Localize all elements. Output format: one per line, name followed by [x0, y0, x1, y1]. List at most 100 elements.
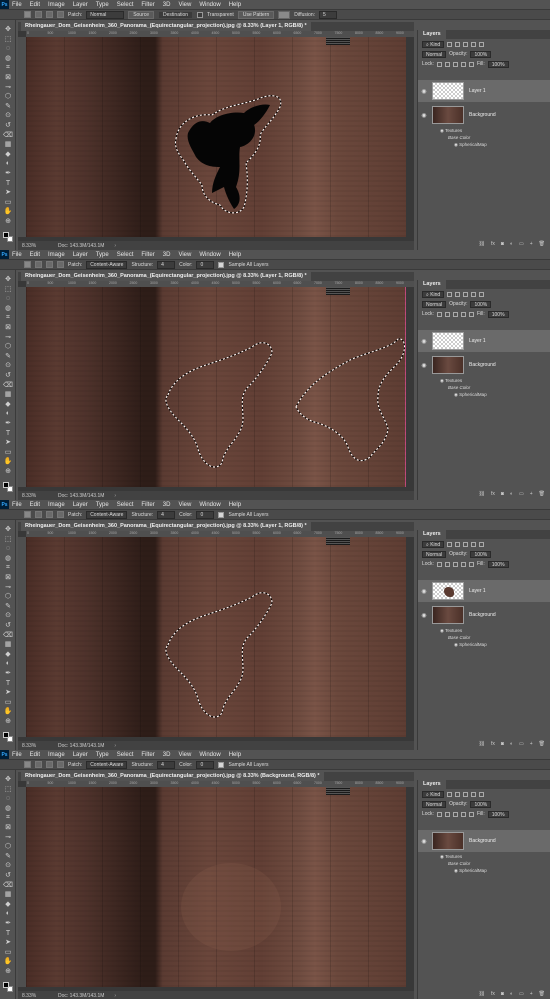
menu-filter[interactable]: Filter — [141, 502, 154, 508]
blend-mode-select[interactable]: Normal — [422, 550, 447, 558]
blur-icon[interactable]: ◆ — [3, 650, 13, 659]
zoom-icon[interactable]: ⊕ — [3, 467, 13, 476]
eraser-icon[interactable]: ⌫ — [3, 881, 13, 890]
visibility-eye-icon[interactable]: ◉ — [418, 362, 430, 369]
new-layer-icon[interactable]: + — [530, 241, 533, 247]
foreground-color-swatch[interactable] — [3, 732, 9, 738]
group-icon[interactable]: ▭ — [519, 241, 524, 247]
kind-filter-select[interactable]: ⌕ Kind — [422, 290, 445, 298]
adjustment-icon[interactable]: ◐ — [510, 741, 513, 747]
blend-mode-select[interactable]: Normal — [422, 800, 447, 808]
menu-image[interactable]: Image — [48, 252, 65, 258]
menu-help[interactable]: Help — [229, 752, 241, 758]
smart-filter-icon[interactable] — [479, 291, 485, 297]
dodge-icon[interactable]: ◐ — [3, 909, 13, 918]
menu-file[interactable]: File — [12, 252, 22, 258]
patch-mode-select[interactable]: Content-Aware — [86, 760, 128, 769]
type-filter-icon[interactable] — [463, 291, 469, 297]
frame-icon[interactable]: ⊠ — [3, 323, 13, 332]
add-selection-mode[interactable] — [35, 261, 42, 268]
adjustment-filter-icon[interactable] — [455, 791, 461, 797]
path-select-icon[interactable]: ➤ — [3, 188, 13, 197]
patch-icon[interactable]: ⬡ — [3, 842, 13, 851]
pixel-filter-icon[interactable] — [447, 791, 453, 797]
document-tab[interactable]: Rheingauer_Dom_Geisenheim_360_Panorama_(… — [21, 272, 311, 281]
menu-help[interactable]: Help — [229, 502, 241, 508]
eyedropper-icon[interactable]: ⊸ — [3, 833, 13, 842]
fill-input[interactable]: 100% — [487, 60, 509, 68]
intersect-selection-mode[interactable] — [57, 11, 64, 18]
blur-icon[interactable]: ◆ — [3, 900, 13, 909]
patch-mode-select[interactable]: Content-Aware — [86, 260, 128, 269]
type-icon[interactable]: T — [3, 929, 13, 938]
foreground-color-swatch[interactable] — [3, 232, 9, 238]
adjustment-filter-icon[interactable] — [455, 291, 461, 297]
transparent-checkbox[interactable] — [197, 11, 204, 18]
delete-layer-icon[interactable]: 🗑 — [539, 241, 545, 247]
pixel-filter-icon[interactable] — [447, 541, 453, 547]
blend-mode-select[interactable]: Normal — [422, 300, 447, 308]
lock-all-icon[interactable] — [468, 811, 474, 817]
visibility-eye-icon[interactable]: ◉ — [418, 612, 430, 619]
type-filter-icon[interactable] — [463, 791, 469, 797]
opacity-input[interactable]: 100% — [470, 800, 492, 808]
clone-stamp-icon[interactable]: ⊙ — [3, 361, 13, 370]
delete-layer-icon[interactable]: 🗑 — [539, 491, 545, 497]
color-select[interactable]: 0 — [196, 260, 215, 269]
delete-layer-icon[interactable]: 🗑 — [539, 991, 545, 997]
move-icon[interactable]: ✥ — [3, 25, 13, 34]
clone-stamp-icon[interactable]: ⊙ — [3, 861, 13, 870]
menu-type[interactable]: Type — [96, 752, 109, 758]
move-icon[interactable]: ✥ — [3, 275, 13, 284]
intersect-selection-mode[interactable] — [57, 761, 64, 768]
add-selection-mode[interactable] — [35, 11, 42, 18]
menu-3d[interactable]: 3D — [163, 2, 171, 8]
menu-layer[interactable]: Layer — [73, 2, 88, 8]
intersect-selection-mode[interactable] — [57, 511, 64, 518]
mask-icon[interactable]: ◙ — [501, 241, 504, 247]
frame-icon[interactable]: ⊠ — [3, 73, 13, 82]
fx-icon[interactable]: fx — [491, 491, 495, 497]
opacity-input[interactable]: 100% — [470, 550, 492, 558]
adjustment-filter-icon[interactable] — [455, 541, 461, 547]
patch-mode-select[interactable]: Content-Aware — [86, 510, 128, 519]
menu-filter[interactable]: Filter — [141, 252, 154, 258]
menu-view[interactable]: View — [178, 252, 191, 258]
add-selection-mode[interactable] — [35, 511, 42, 518]
rectangle-icon[interactable]: ▭ — [3, 448, 13, 457]
layer-row[interactable]: ◉ Layer 1 — [418, 580, 550, 602]
subtract-selection-mode[interactable] — [46, 261, 53, 268]
menu-select[interactable]: Select — [117, 752, 134, 758]
use-pattern-button[interactable]: Use Pattern — [237, 10, 275, 19]
kind-filter-select[interactable]: ⌕ Kind — [422, 790, 445, 798]
lock-pixels-icon[interactable] — [444, 61, 450, 67]
menu-view[interactable]: View — [178, 2, 191, 8]
patch-icon[interactable]: ⬡ — [3, 92, 13, 101]
pen-icon[interactable]: ✒ — [3, 169, 13, 178]
opacity-input[interactable]: 100% — [470, 300, 492, 308]
menu-edit[interactable]: Edit — [30, 252, 40, 258]
smart-filter-icon[interactable] — [479, 41, 485, 47]
menu-image[interactable]: Image — [48, 502, 65, 508]
foreground-color-swatch[interactable] — [3, 982, 9, 988]
menu-help[interactable]: Help — [229, 252, 241, 258]
zoom-level[interactable]: 8.33% — [18, 743, 48, 749]
quick-select-icon[interactable]: ◍ — [3, 54, 13, 63]
visibility-eye-icon[interactable]: ◉ — [418, 338, 430, 345]
crop-icon[interactable]: ⌗ — [3, 563, 13, 572]
subtract-selection-mode[interactable] — [46, 511, 53, 518]
shape-filter-icon[interactable] — [471, 291, 477, 297]
dodge-icon[interactable]: ◐ — [3, 659, 13, 668]
group-icon[interactable]: ▭ — [519, 991, 524, 997]
path-select-icon[interactable]: ➤ — [3, 938, 13, 947]
menu-view[interactable]: View — [178, 502, 191, 508]
layer-row[interactable]: ◉ Background — [418, 104, 550, 126]
image-canvas[interactable] — [26, 787, 406, 987]
rectangle-icon[interactable]: ▭ — [3, 698, 13, 707]
intersect-selection-mode[interactable] — [57, 261, 64, 268]
document-tab[interactable]: Rheingauer_Dom_Geisenheim_360_Panorama_(… — [21, 772, 324, 781]
menu-filter[interactable]: Filter — [141, 752, 154, 758]
layer-row[interactable]: ◉ Background — [418, 354, 550, 376]
fx-icon[interactable]: fx — [491, 991, 495, 997]
menu-edit[interactable]: Edit — [30, 502, 40, 508]
